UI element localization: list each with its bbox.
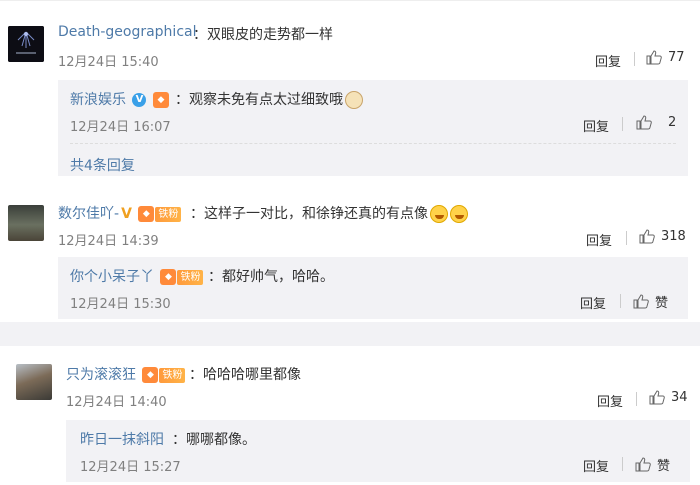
thumbs-up-icon [646, 50, 662, 65]
like-button[interactable]: 赞 [633, 292, 668, 311]
thumbs-up-icon [636, 115, 652, 130]
like-button[interactable]: 77 [646, 50, 685, 65]
like-button[interactable]: 赞 [635, 455, 670, 474]
medal-icon: ◆ [142, 367, 159, 383]
reply-button[interactable]: 回复 [586, 230, 612, 249]
divider [622, 457, 623, 471]
laugh-emoji-icon [450, 205, 468, 223]
like-count: 赞 [657, 459, 671, 474]
laugh-emoji-icon [430, 205, 448, 223]
medal-icon: ◆ [160, 269, 177, 285]
avatar[interactable] [8, 205, 44, 241]
reply-button[interactable]: 回复 [597, 391, 623, 410]
like-count: 赞 [655, 296, 669, 311]
more-replies-link[interactable]: 共4条回复 [70, 155, 135, 175]
fan-badge-icon: 铁粉 [159, 367, 186, 383]
reply-time: 12月24日 15:30 [70, 297, 171, 312]
medal-icon: ◆ [138, 206, 155, 222]
comment-text-content: ：这样子一对比，和徐铮还真的有点像 [190, 206, 428, 222]
reply-username[interactable]: 昨日一抹斜阳 [80, 429, 164, 449]
reply-text-content: ：观察未免有点太过细致哦 [175, 92, 343, 108]
like-count: 77 [668, 50, 685, 65]
thumbs-up-icon [633, 294, 649, 309]
reply-username-text[interactable]: 新浪娱乐 [70, 92, 126, 108]
verified-badge-icon: V [121, 206, 132, 222]
comment-username-text[interactable]: 只为滚滚狂 [66, 367, 136, 383]
reply-time: 12月24日 15:27 [80, 460, 181, 475]
like-count: 318 [661, 229, 686, 244]
fan-badge-icon: 铁粉 [177, 269, 204, 285]
comment-text: ：哈哈哈哪里都像 [189, 367, 301, 383]
comment-text: ：双眼皮的走势都一样 [193, 27, 333, 43]
divider [626, 231, 627, 245]
comment-text: ：这样子一对比，和徐铮还真的有点像 [190, 203, 468, 223]
reply-button[interactable]: 回复 [595, 51, 621, 70]
like-button[interactable]: 2 [636, 115, 676, 130]
reply-text: ：观察未免有点太过细致哦 [175, 89, 363, 109]
divider [622, 117, 623, 131]
reply-button[interactable]: 回复 [580, 293, 606, 312]
reply-username[interactable]: 新浪娱乐 V ◆ [70, 89, 169, 109]
avatar[interactable] [16, 364, 52, 400]
comment-username[interactable]: 数尔佳吖- V ◆ 铁粉 [58, 203, 182, 223]
divider [70, 143, 676, 144]
reply-button[interactable]: 回复 [583, 116, 609, 135]
divider [634, 52, 635, 66]
reply-button[interactable]: 回复 [583, 456, 609, 475]
like-button[interactable]: 34 [649, 390, 688, 405]
like-button[interactable]: 318 [639, 229, 686, 244]
comment-username-text[interactable]: 数尔佳吖- [58, 206, 119, 222]
fan-badge-icon: 铁粉 [155, 206, 182, 222]
verified-badge-icon: V [132, 93, 147, 107]
thumbs-up-icon [635, 457, 651, 472]
reply-text: ：都好帅气，哈哈。 [208, 269, 334, 285]
divider [636, 392, 637, 406]
thumbs-up-icon [639, 229, 655, 244]
section-gap [0, 322, 700, 346]
thumbs-up-icon [649, 390, 665, 405]
reply-username[interactable]: 你个小呆子丫 ◆ 铁粉 [70, 266, 204, 286]
avatar[interactable] [8, 26, 44, 62]
divider [620, 294, 621, 308]
comment-time: 12月24日 14:40 [66, 395, 167, 410]
comment-username[interactable]: 只为滚滚狂 ◆ 铁粉 [66, 364, 186, 384]
like-count: 34 [671, 390, 688, 405]
reply-text: ：哪哪都像。 [172, 432, 256, 448]
comment-time: 12月24日 14:39 [58, 234, 159, 249]
like-count: 2 [668, 115, 677, 130]
comment-time: 12月24日 15:40 [58, 55, 159, 70]
reply-username-text[interactable]: 你个小呆子丫 [70, 269, 154, 285]
medal-icon: ◆ [152, 92, 169, 108]
dog-emoji-icon [345, 91, 363, 109]
comment-username[interactable]: Death-geographical [58, 24, 197, 40]
reply-time: 12月24日 16:07 [70, 120, 171, 135]
